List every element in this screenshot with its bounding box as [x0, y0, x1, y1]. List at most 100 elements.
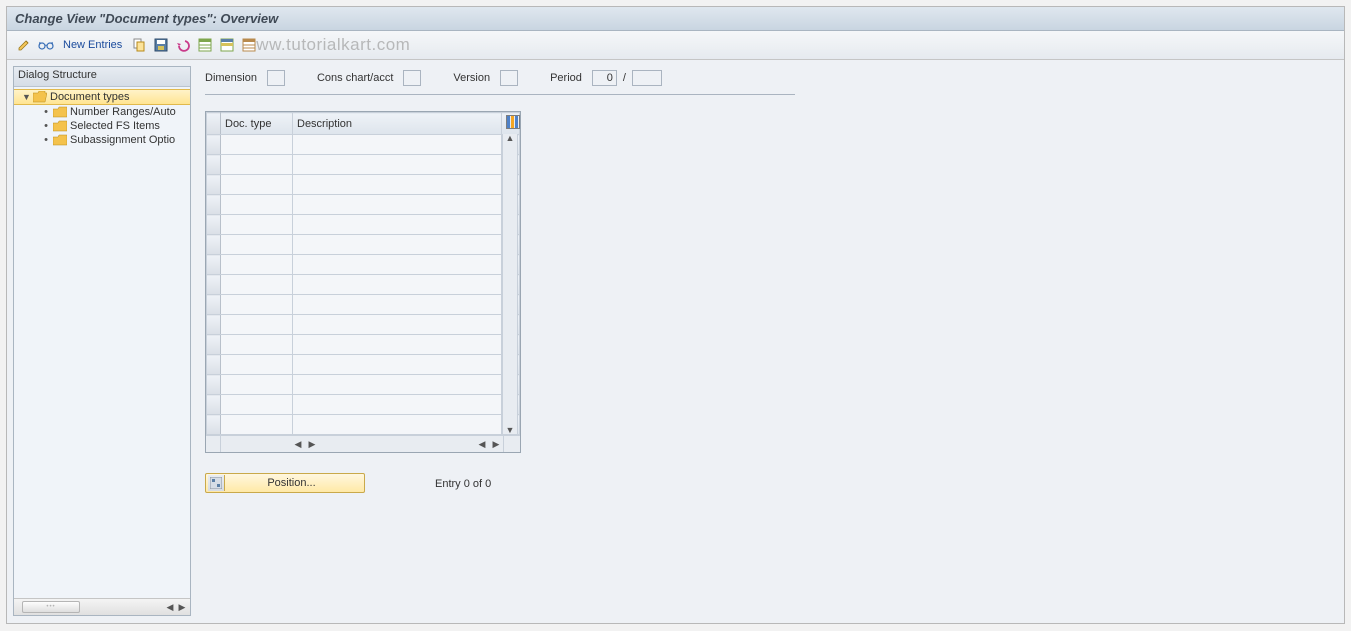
scroll-left-icon[interactable]: ◀ [164, 601, 176, 613]
cell-doc-type[interactable] [221, 355, 293, 375]
scroll-right-icon[interactable]: ▶ [305, 438, 319, 450]
position-button[interactable]: Position... [205, 473, 365, 493]
new-entries-button[interactable]: New Entries [59, 37, 126, 53]
cell-doc-type[interactable] [221, 255, 293, 275]
row-selector[interactable] [207, 195, 221, 215]
row-selector[interactable] [207, 155, 221, 175]
row-selector[interactable] [207, 275, 221, 295]
table-row[interactable] [207, 215, 520, 235]
cell-description[interactable] [293, 195, 502, 215]
grid-col-doc-type[interactable]: Doc. type [221, 113, 293, 135]
scroll-up-icon[interactable]: ▲ [503, 133, 517, 143]
row-selector[interactable] [207, 255, 221, 275]
table-row[interactable] [207, 355, 520, 375]
select-block-icon[interactable] [218, 36, 236, 54]
row-selector[interactable] [207, 415, 221, 435]
cell-description[interactable] [293, 155, 502, 175]
grid-configure-icon[interactable] [502, 113, 520, 135]
dialog-structure-panel: Dialog Structure ▼ Document types • Numb… [13, 66, 191, 616]
row-selector[interactable] [207, 295, 221, 315]
table-row[interactable] [207, 155, 520, 175]
cell-doc-type[interactable] [221, 375, 293, 395]
grid-horizontal-scrollbar[interactable]: ◀ ▶ ◀ ▶ [206, 435, 520, 452]
cell-description[interactable] [293, 235, 502, 255]
table-row[interactable] [207, 375, 520, 395]
dimension-input[interactable] [267, 70, 285, 86]
scrollbar-handle[interactable]: ••• [22, 601, 80, 613]
row-selector[interactable] [207, 375, 221, 395]
cell-doc-type[interactable] [221, 295, 293, 315]
table-row[interactable] [207, 335, 520, 355]
row-selector[interactable] [207, 175, 221, 195]
tree-item-number-ranges[interactable]: • Number Ranges/Auto [14, 105, 190, 119]
period-sub-input[interactable] [632, 70, 662, 86]
deselect-all-icon[interactable] [240, 36, 258, 54]
tree-label: Document types [50, 91, 129, 103]
cell-description[interactable] [293, 175, 502, 195]
tree-horizontal-scrollbar[interactable]: ••• ◀ ▶ [14, 598, 190, 615]
cell-doc-type[interactable] [221, 215, 293, 235]
scroll-right-icon[interactable]: ▶ [176, 601, 188, 613]
tree-item-selected-fs-items[interactable]: • Selected FS Items [14, 119, 190, 133]
table-row[interactable] [207, 315, 520, 335]
cell-doc-type[interactable] [221, 275, 293, 295]
table-row[interactable] [207, 255, 520, 275]
row-selector[interactable] [207, 355, 221, 375]
scroll-left-icon[interactable]: ◀ [291, 438, 305, 450]
scroll-left-icon[interactable]: ◀ [475, 438, 489, 450]
cell-description[interactable] [293, 275, 502, 295]
row-selector[interactable] [207, 235, 221, 255]
cell-doc-type[interactable] [221, 335, 293, 355]
cell-description[interactable] [293, 135, 502, 155]
period-input[interactable] [592, 70, 617, 86]
row-selector[interactable] [207, 315, 221, 335]
grid-select-all-header[interactable] [207, 113, 221, 135]
cell-doc-type[interactable] [221, 235, 293, 255]
cell-description[interactable] [293, 295, 502, 315]
scroll-down-icon[interactable]: ▼ [503, 425, 517, 435]
undo-icon[interactable] [174, 36, 192, 54]
cell-doc-type[interactable] [221, 315, 293, 335]
change-icon[interactable] [15, 36, 33, 54]
cell-description[interactable] [293, 255, 502, 275]
row-selector[interactable] [207, 135, 221, 155]
cell-description[interactable] [293, 395, 502, 415]
table-row[interactable] [207, 235, 520, 255]
cell-doc-type[interactable] [221, 155, 293, 175]
table-row[interactable] [207, 395, 520, 415]
save-variant-icon[interactable] [152, 36, 170, 54]
tree-collapse-icon[interactable]: ▼ [22, 92, 30, 102]
cell-description[interactable] [293, 375, 502, 395]
conschart-input[interactable] [403, 70, 421, 86]
row-selector[interactable] [207, 335, 221, 355]
grid-col-description[interactable]: Description [293, 113, 502, 135]
tree-root-document-types[interactable]: ▼ Document types [14, 89, 190, 105]
cell-description[interactable] [293, 215, 502, 235]
tree-label: Selected FS Items [70, 120, 160, 132]
select-all-icon[interactable] [196, 36, 214, 54]
cell-doc-type[interactable] [221, 175, 293, 195]
scroll-right-icon[interactable]: ▶ [489, 438, 503, 450]
row-selector[interactable] [207, 215, 221, 235]
position-button-label: Position... [231, 477, 362, 489]
cell-description[interactable] [293, 415, 502, 435]
glasses-icon[interactable] [37, 36, 55, 54]
grid-vertical-scrollbar[interactable]: ▲ ▼ [502, 134, 518, 434]
table-row[interactable] [207, 135, 520, 155]
cell-doc-type[interactable] [221, 395, 293, 415]
version-input[interactable] [500, 70, 518, 86]
cell-doc-type[interactable] [221, 195, 293, 215]
tree-item-subassignment-option[interactable]: • Subassignment Optio [14, 133, 190, 147]
cell-description[interactable] [293, 315, 502, 335]
cell-doc-type[interactable] [221, 415, 293, 435]
table-row[interactable] [207, 195, 520, 215]
table-row[interactable] [207, 415, 520, 435]
cell-doc-type[interactable] [221, 135, 293, 155]
row-selector[interactable] [207, 395, 221, 415]
table-row[interactable] [207, 275, 520, 295]
table-row[interactable] [207, 295, 520, 315]
cell-description[interactable] [293, 335, 502, 355]
copy-icon[interactable] [130, 36, 148, 54]
cell-description[interactable] [293, 355, 502, 375]
table-row[interactable] [207, 175, 520, 195]
